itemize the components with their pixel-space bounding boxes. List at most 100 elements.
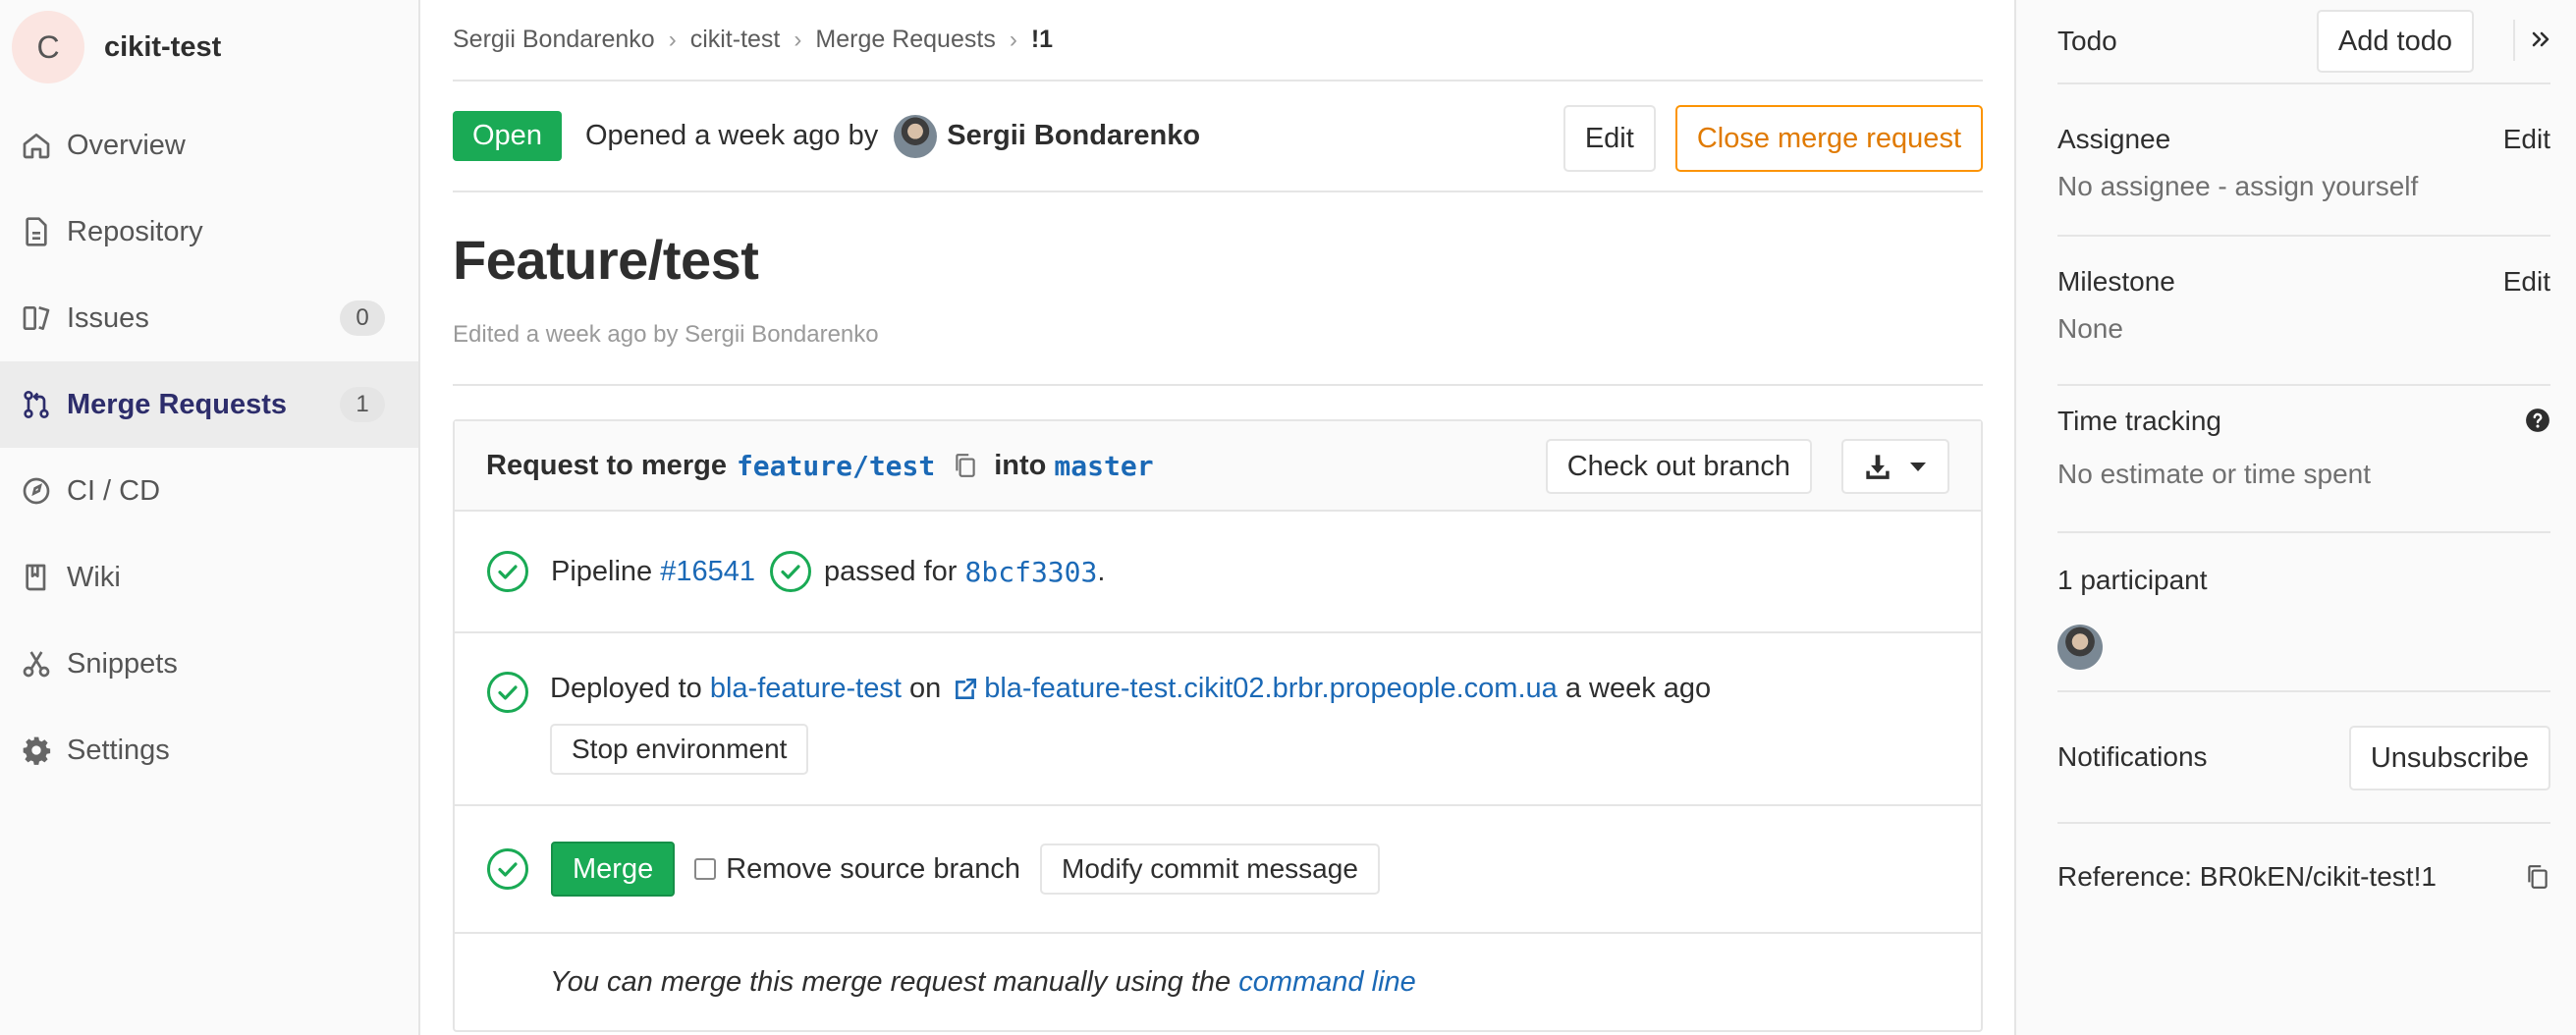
pipeline-passed-icon[interactable] bbox=[769, 550, 812, 593]
unsubscribe-button[interactable]: Unsubscribe bbox=[2348, 726, 2550, 790]
add-todo-button[interactable]: Add todo bbox=[2316, 10, 2474, 73]
author-name[interactable]: Sergii Bondarenko bbox=[947, 120, 1200, 152]
sidebar-item-label: Settings bbox=[67, 734, 170, 766]
sidebar-item-repository[interactable]: Repository bbox=[0, 189, 418, 275]
environment-link[interactable]: bla-feature-test bbox=[710, 673, 902, 705]
author-avatar[interactable] bbox=[894, 114, 938, 158]
project-avatar: C bbox=[12, 11, 84, 83]
document-icon bbox=[20, 215, 53, 248]
widget-header-actions: Check out branch bbox=[1545, 439, 1949, 494]
pipeline-label: Pipeline bbox=[551, 555, 653, 587]
remove-source-branch-option[interactable]: Remove source branch bbox=[694, 853, 1020, 886]
pipeline-id-link[interactable]: #16541 bbox=[660, 556, 755, 588]
sidebar-item-snippets[interactable]: Snippets bbox=[0, 621, 418, 707]
collapse-sidebar-icon[interactable] bbox=[2531, 27, 2550, 51]
sidebar-item-label: Wiki bbox=[67, 561, 121, 593]
sidebar-item-overview[interactable]: Overview bbox=[0, 102, 418, 189]
remove-source-branch-checkbox[interactable] bbox=[694, 858, 717, 880]
merge-request-header: Open Opened a week ago by Sergii Bondare… bbox=[453, 82, 1983, 192]
sidebar-item-issues[interactable]: Issues 0 bbox=[0, 275, 418, 361]
sidebar-item-ci-cd[interactable]: CI / CD bbox=[0, 448, 418, 534]
pipeline-row: Pipeline #16541 passed for 8bcf3303 . bbox=[455, 512, 1981, 633]
assignee-edit-link[interactable]: Edit bbox=[2503, 124, 2550, 155]
assignee-block: Assignee Edit No assignee - assign yours… bbox=[2057, 84, 2550, 237]
status-badge: Open bbox=[453, 111, 562, 161]
todo-block: Todo Add todo bbox=[2057, 0, 2550, 84]
rocket-icon bbox=[20, 474, 53, 508]
participants-block: 1 participant bbox=[2057, 533, 2550, 692]
issues-count-badge: 0 bbox=[340, 300, 385, 336]
breadcrumb-current[interactable]: !1 bbox=[1031, 26, 1053, 54]
deployment-success-icon bbox=[487, 672, 528, 713]
todo-label: Todo bbox=[2057, 26, 2117, 56]
deployed-to-label: Deployed to bbox=[550, 673, 702, 704]
question-icon[interactable] bbox=[2525, 408, 2550, 433]
merge-button[interactable]: Merge bbox=[551, 842, 676, 897]
into-label: into bbox=[994, 449, 1047, 481]
sidebar-item-label: Repository bbox=[67, 215, 203, 247]
close-merge-request-button[interactable]: Close merge request bbox=[1674, 105, 1983, 172]
commit-sha-link[interactable]: 8bcf3303 bbox=[965, 556, 1098, 588]
chevron-right-icon: › bbox=[1009, 26, 1017, 53]
merge-widget-header: Request to merge feature/test into maste… bbox=[455, 421, 1981, 512]
breadcrumb: Sergii Bondarenko › cikit-test › Merge R… bbox=[453, 0, 1983, 82]
copy-icon[interactable] bbox=[2525, 863, 2550, 891]
issues-icon bbox=[20, 301, 53, 335]
divider bbox=[2513, 20, 2515, 61]
pipeline-suffix: . bbox=[1097, 555, 1106, 587]
deployed-time: a week ago bbox=[1564, 673, 1712, 704]
home-icon bbox=[20, 129, 53, 162]
merge-actions-row: Merge Remove source branch Modify commit… bbox=[455, 806, 1981, 934]
stop-environment-button[interactable]: Stop environment bbox=[550, 724, 809, 775]
merge-requests-count-badge: 1 bbox=[340, 387, 385, 422]
scissors-icon bbox=[20, 647, 53, 681]
gear-icon bbox=[20, 734, 53, 767]
edited-text: Edited a week ago by Sergii Bondarenko bbox=[453, 321, 1983, 386]
manual-merge-row: You can merge this merge request manuall… bbox=[455, 934, 1981, 1030]
manual-merge-text: You can merge this merge request manuall… bbox=[550, 965, 1232, 998]
environment-url-link[interactable]: bla-feature-test.cikit02.brbr.propeople.… bbox=[984, 673, 1558, 705]
breadcrumb-merge-requests[interactable]: Merge Requests bbox=[815, 26, 995, 54]
caret-down-icon bbox=[1909, 461, 1927, 472]
edit-button[interactable]: Edit bbox=[1562, 105, 1656, 172]
on-label: on bbox=[908, 673, 942, 704]
opened-text: Opened a week ago by bbox=[584, 120, 879, 151]
project-header[interactable]: C cikit-test bbox=[0, 0, 418, 94]
assignee-value[interactable]: No assignee - assign yourself bbox=[2057, 171, 2418, 202]
main-content: Sergii Bondarenko › cikit-test › Merge R… bbox=[453, 0, 1983, 1032]
chevron-right-icon: › bbox=[794, 26, 802, 53]
milestone-value: None bbox=[2057, 313, 2123, 344]
breadcrumb-project[interactable]: cikit-test bbox=[690, 26, 781, 54]
source-branch-link[interactable]: feature/test bbox=[737, 450, 935, 482]
modify-commit-message-button[interactable]: Modify commit message bbox=[1040, 844, 1380, 895]
pipeline-success-icon[interactable] bbox=[486, 550, 529, 593]
sidebar-item-wiki[interactable]: Wiki bbox=[0, 534, 418, 621]
reference-block: Reference: BR0kEN/cikit-test!1 bbox=[2057, 824, 2550, 930]
issuable-sidebar: Todo Add todo Assignee Edit No assignee … bbox=[2014, 0, 2576, 1035]
command-line-link[interactable]: command line bbox=[1238, 966, 1416, 999]
assignee-label: Assignee bbox=[2057, 124, 2171, 154]
sidebar-item-settings[interactable]: Settings bbox=[0, 707, 418, 793]
target-branch-link[interactable]: master bbox=[1054, 450, 1153, 482]
milestone-edit-link[interactable]: Edit bbox=[2503, 266, 2550, 298]
check-out-branch-button[interactable]: Check out branch bbox=[1545, 439, 1812, 494]
milestone-label: Milestone bbox=[2057, 266, 2175, 297]
external-link-icon bbox=[953, 677, 978, 702]
download-dropdown-button[interactable] bbox=[1841, 439, 1949, 494]
sidebar-item-label: Snippets bbox=[67, 647, 178, 680]
remove-source-branch-label: Remove source branch bbox=[726, 852, 1021, 885]
breadcrumb-user[interactable]: Sergii Bondarenko bbox=[453, 26, 655, 54]
request-to-merge-label: Request to merge bbox=[486, 449, 727, 481]
time-tracking-value: No estimate or time spent bbox=[2057, 459, 2372, 489]
deployment-info: Deployed to bla-feature-test on bla-feat… bbox=[550, 673, 1711, 705]
sidebar-item-label: Merge Requests bbox=[67, 388, 288, 420]
download-icon bbox=[1864, 453, 1891, 480]
pipeline-status-text: Pipeline #16541 passed for 8bcf3303 . bbox=[551, 550, 1105, 593]
participant-avatar[interactable] bbox=[2057, 625, 2103, 670]
notifications-label: Notifications bbox=[2057, 741, 2208, 772]
project-sidebar: C cikit-test Overview Repository Issues … bbox=[0, 0, 420, 1035]
copy-icon[interactable] bbox=[953, 452, 978, 479]
notifications-block: Notifications Unsubscribe bbox=[2057, 692, 2550, 824]
sidebar-item-label: CI / CD bbox=[67, 474, 161, 507]
sidebar-item-merge-requests[interactable]: Merge Requests 1 bbox=[0, 361, 418, 448]
